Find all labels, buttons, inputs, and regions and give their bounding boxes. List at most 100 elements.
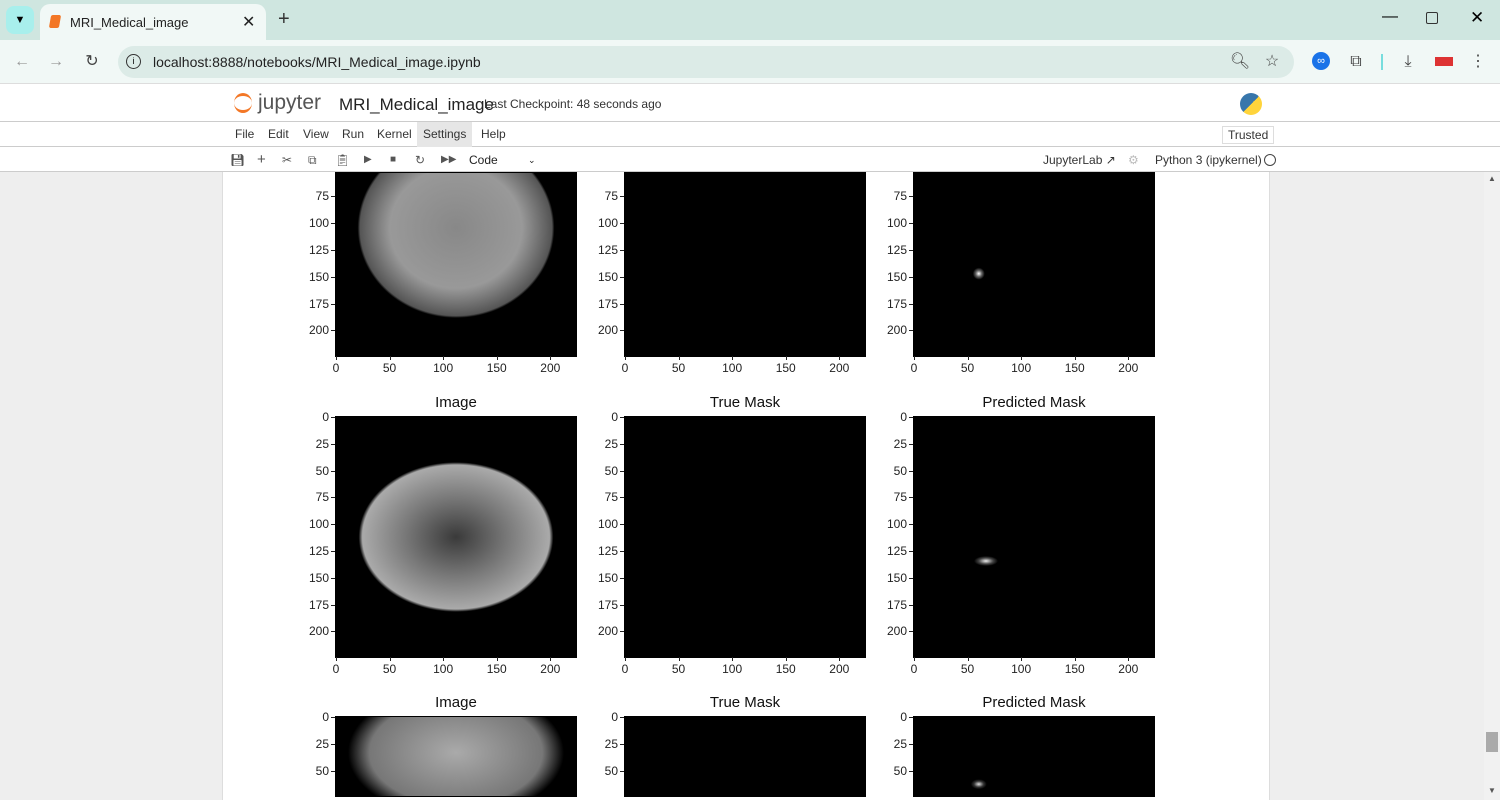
menu-view[interactable]: View [297,122,335,147]
menu-kernel[interactable]: Kernel [371,122,418,147]
x-tick-mark [914,356,915,360]
y-tick-label: 150 [308,570,329,585]
x-tick-mark [1074,657,1076,661]
menu-edit[interactable]: Edit [262,122,295,147]
y-tick-label: 75 [604,490,618,505]
download-icon[interactable]: ⤓ [1396,46,1420,78]
tab-search-button[interactable]: ▼ [6,6,34,34]
url-text[interactable]: localhost:8888/notebooks/MRI_Medical_ima… [153,54,481,70]
browser-tab[interactable]: MRI_Medical_image ✕ [40,4,266,40]
notebook-favicon-icon [48,15,62,28]
cell-type-select[interactable]: Code ⌄ [469,148,539,172]
vertical-scrollbar[interactable]: ▲ ▼ [1484,172,1500,800]
y-tick-mark [331,717,335,718]
bookmark-star-icon[interactable]: ☆ [1260,46,1284,78]
y-tick-mark [620,470,624,472]
menu-help[interactable]: Help [475,122,512,147]
x-tick-mark [1021,356,1023,360]
y-tick-mark [909,417,913,418]
y-tick-mark [620,330,624,332]
y-tick-mark [331,577,335,579]
open-jupyterlab-link[interactable]: JupyterLab ↗ [1043,148,1116,172]
menu-settings[interactable]: Settings [417,122,473,147]
cut-icon[interactable]: ✂ [282,148,292,172]
new-tab-icon[interactable]: + [278,8,290,31]
address-bar-row: ← → ↻ i localhost:8888/notebooks/MRI_Med… [0,40,1500,84]
y-tick-mark [909,631,913,633]
scroll-down-icon[interactable]: ▼ [1488,786,1496,795]
y-tick-label: 25 [315,736,329,751]
y-tick-label: 200 [597,323,618,338]
site-info-icon[interactable]: i [126,54,141,69]
y-tick-label: 200 [886,323,907,338]
scroll-thumb[interactable] [1486,732,1498,752]
x-tick-mark [785,657,787,661]
run-icon[interactable]: ▶ [364,148,372,172]
y-tick-label: 100 [597,517,618,532]
x-tick-mark [389,356,391,360]
x-tick-mark [732,356,734,360]
y-tick-mark [331,770,335,772]
image-panel [335,716,577,798]
x-tick-label: 0 [910,361,918,375]
y-tick-label: 25 [604,436,618,451]
minimize-icon[interactable]: — [1382,8,1398,26]
image-panel [335,171,577,357]
extensions-puzzle-icon[interactable]: ⧉ [1344,46,1368,78]
stop-icon[interactable]: ■ [390,148,396,172]
x-tick-mark [443,356,445,360]
tab-title: MRI_Medical_image [70,15,189,30]
x-tick-mark [550,356,552,360]
restore-icon[interactable] [1426,12,1438,24]
fast-forward-icon[interactable]: ▶▶ [441,148,456,172]
y-tick-mark [331,330,335,332]
y-tick-mark [620,196,624,198]
reload-icon[interactable]: ↻ [78,46,106,78]
browser-menu-icon[interactable]: ⋮ [1466,46,1490,78]
menu-run[interactable]: Run [336,122,370,147]
y-tick-mark [909,743,913,745]
scroll-up-icon[interactable]: ▲ [1488,174,1496,183]
x-tick-mark [732,657,734,661]
extension-infinity-icon[interactable]: ∞ [1312,52,1330,70]
y-tick-label: 175 [597,296,618,311]
y-tick-label: 200 [308,323,329,338]
notebook-name[interactable]: MRI_Medical_image [339,95,494,115]
paste-icon[interactable]: 📋︎ [335,148,350,172]
zoom-icon[interactable]: 🔍︎ [1228,46,1252,78]
y-tick-label: 100 [886,517,907,532]
x-tick-label: 100 [722,361,743,375]
y-tick-label: 150 [886,570,907,585]
copy-icon[interactable]: ⧉ [308,148,317,172]
trusted-badge[interactable]: Trusted [1222,126,1275,144]
x-tick-mark [496,657,498,661]
x-tick-label: 50 [960,361,975,375]
y-tick-mark [620,276,624,278]
y-tick-mark [909,223,913,225]
x-tick-label: 150 [486,662,507,676]
y-tick-label: 0 [900,710,907,724]
x-tick-mark [496,356,498,360]
y-tick-label: 25 [315,436,329,451]
y-tick-mark [620,524,624,526]
x-tick-label: 100 [1011,662,1032,676]
extension-badge-icon[interactable] [1435,57,1453,66]
debugger-icon[interactable]: ⚙ [1128,148,1139,172]
y-tick-label: 50 [604,763,618,778]
save-icon[interactable]: 💾︎ [230,148,245,172]
jupyter-logo-text[interactable]: jupyter [258,91,321,115]
insert-cell-icon[interactable]: + [257,148,266,172]
back-icon[interactable]: ← [8,46,36,78]
close-window-icon[interactable]: ✕ [1470,8,1484,28]
y-tick-label: 75 [315,189,329,204]
forward-icon[interactable]: → [42,46,70,78]
y-tick-mark [331,443,335,445]
y-tick-mark [620,550,624,552]
y-tick-mark [909,770,913,772]
kernel-name[interactable]: Python 3 (ipykernel) [1155,148,1262,172]
restart-icon[interactable]: ↻ [415,148,425,172]
close-tab-icon[interactable]: ✕ [242,12,255,32]
menu-file[interactable]: File [229,122,260,147]
url-bar[interactable]: i localhost:8888/notebooks/MRI_Medical_i… [118,46,1294,78]
y-tick-mark [331,743,335,745]
